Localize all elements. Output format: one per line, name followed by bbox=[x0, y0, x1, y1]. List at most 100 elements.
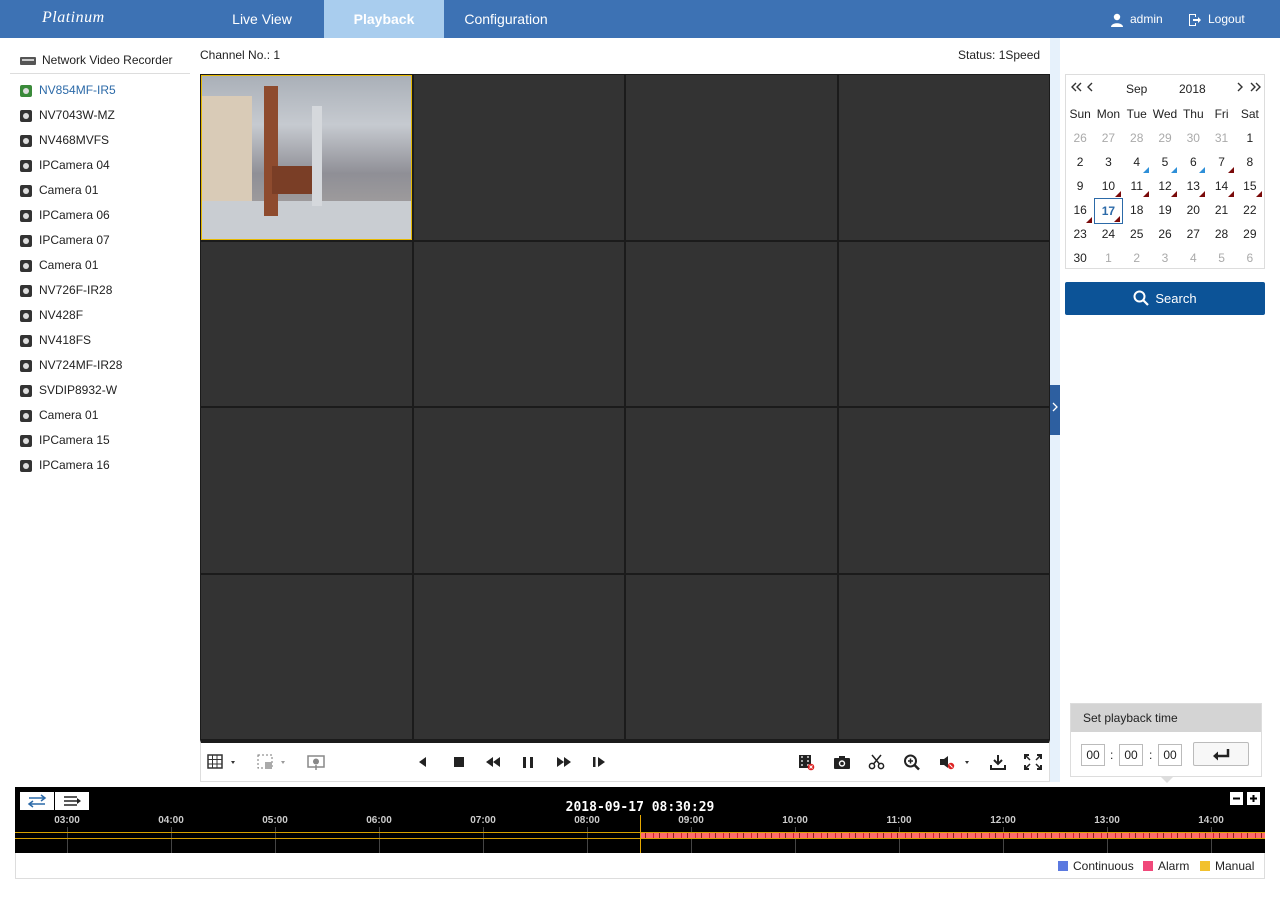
video-window[interactable] bbox=[201, 75, 412, 240]
hour-input[interactable]: 00 bbox=[1081, 744, 1105, 766]
go-to-time-button[interactable] bbox=[1193, 742, 1249, 766]
calendar-day[interactable]: 28 bbox=[1207, 222, 1235, 246]
calendar-day[interactable]: 30 bbox=[1066, 246, 1094, 270]
calendar-day[interactable]: 31 bbox=[1207, 126, 1235, 150]
camera-item[interactable]: NV418FS bbox=[10, 328, 190, 353]
collapse-panel-button[interactable] bbox=[1050, 385, 1060, 435]
calendar-day[interactable]: 9 bbox=[1066, 174, 1094, 198]
calendar-day[interactable]: 2 bbox=[1123, 246, 1151, 270]
camera-item[interactable]: NV428F bbox=[10, 303, 190, 328]
calendar-day[interactable]: 27 bbox=[1179, 222, 1207, 246]
calendar-day[interactable]: 25 bbox=[1123, 222, 1151, 246]
video-window[interactable] bbox=[413, 241, 624, 406]
camera-item[interactable]: NV468MVFS bbox=[10, 128, 190, 153]
calendar-day[interactable]: 27 bbox=[1094, 126, 1122, 150]
video-window[interactable] bbox=[838, 241, 1049, 406]
calendar-day[interactable]: 2 bbox=[1066, 150, 1094, 174]
camera-item[interactable]: NV854MF-IR5 bbox=[10, 78, 190, 103]
tab-playback[interactable]: Playback bbox=[324, 0, 444, 38]
calendar-day[interactable]: 10 bbox=[1094, 174, 1122, 198]
digital-zoom-button[interactable] bbox=[256, 753, 288, 771]
fisheye-button[interactable] bbox=[306, 753, 326, 771]
calendar-day[interactable]: 30 bbox=[1179, 126, 1207, 150]
fullscreen-button[interactable] bbox=[1023, 753, 1043, 771]
logout-button[interactable]: Logout bbox=[1188, 0, 1245, 38]
calendar-day[interactable]: 4 bbox=[1179, 246, 1207, 270]
calendar-day[interactable]: 21 bbox=[1207, 198, 1235, 224]
calendar-day[interactable]: 3 bbox=[1094, 150, 1122, 174]
camera-item[interactable]: Camera 01 bbox=[10, 253, 190, 278]
video-window[interactable] bbox=[201, 408, 412, 573]
camera-item[interactable]: NV724MF-IR28 bbox=[10, 353, 190, 378]
camera-item[interactable]: NV726F-IR28 bbox=[10, 278, 190, 303]
video-window[interactable] bbox=[626, 75, 837, 240]
capture-button[interactable] bbox=[832, 753, 852, 771]
second-input[interactable]: 00 bbox=[1158, 744, 1182, 766]
video-window[interactable] bbox=[413, 574, 624, 739]
window-layout-button[interactable] bbox=[207, 753, 239, 771]
next-month-button[interactable] bbox=[1236, 82, 1244, 94]
camera-item[interactable]: IPCamera 07 bbox=[10, 228, 190, 253]
calendar-day-selected[interactable]: 17 bbox=[1094, 198, 1123, 224]
camera-item[interactable]: IPCamera 04 bbox=[10, 153, 190, 178]
stop-all-button[interactable] bbox=[796, 753, 816, 771]
calendar-day[interactable]: 4 bbox=[1123, 150, 1151, 174]
calendar-day[interactable]: 18 bbox=[1123, 198, 1151, 224]
calendar-year[interactable]: 2018 bbox=[1179, 82, 1206, 96]
timeline-playhead[interactable] bbox=[640, 815, 641, 853]
camera-item[interactable]: SVDIP8932-W bbox=[10, 378, 190, 403]
timeline-zoom-in-button[interactable] bbox=[1247, 792, 1260, 805]
playback-timeline[interactable]: 2018-09-17 08:30:29 03:00 04:00 05:00 06… bbox=[15, 787, 1265, 853]
camera-item[interactable]: Camera 01 bbox=[10, 178, 190, 203]
calendar-day[interactable]: 7 bbox=[1207, 150, 1235, 174]
clip-button[interactable] bbox=[867, 753, 887, 771]
calendar-day[interactable]: 15 bbox=[1236, 174, 1264, 198]
calendar-day[interactable]: 26 bbox=[1151, 222, 1179, 246]
tab-configuration[interactable]: Configuration bbox=[444, 0, 568, 38]
camera-item[interactable]: Camera 01 bbox=[10, 403, 190, 428]
video-window[interactable] bbox=[838, 408, 1049, 573]
video-window[interactable] bbox=[626, 241, 837, 406]
calendar-day[interactable]: 19 bbox=[1151, 198, 1179, 224]
search-button[interactable]: Search bbox=[1065, 282, 1265, 315]
user-account[interactable]: admin bbox=[1110, 0, 1163, 38]
calendar-day[interactable]: 5 bbox=[1151, 150, 1179, 174]
video-window[interactable] bbox=[413, 408, 624, 573]
video-window[interactable] bbox=[838, 75, 1049, 240]
reverse-play-button[interactable] bbox=[413, 753, 433, 771]
calendar-day[interactable]: 28 bbox=[1123, 126, 1151, 150]
prev-year-button[interactable] bbox=[1070, 82, 1082, 94]
video-window[interactable] bbox=[201, 574, 412, 739]
download-button[interactable] bbox=[988, 753, 1008, 771]
minute-input[interactable]: 00 bbox=[1119, 744, 1143, 766]
calendar-day[interactable]: 29 bbox=[1236, 222, 1264, 246]
calendar-day[interactable]: 11 bbox=[1123, 174, 1151, 198]
camera-item[interactable]: IPCamera 16 bbox=[10, 453, 190, 478]
stop-button[interactable] bbox=[449, 753, 469, 771]
calendar-day[interactable]: 1 bbox=[1236, 126, 1264, 150]
calendar-day[interactable]: 13 bbox=[1179, 174, 1207, 198]
calendar-day[interactable]: 6 bbox=[1236, 246, 1264, 270]
calendar-day[interactable]: 26 bbox=[1066, 126, 1094, 150]
speed-up-button[interactable] bbox=[554, 753, 574, 771]
calendar-month[interactable]: Sep bbox=[1126, 82, 1147, 96]
camera-item[interactable]: IPCamera 06 bbox=[10, 203, 190, 228]
camera-item[interactable]: NV7043W-MZ bbox=[10, 103, 190, 128]
calendar-day[interactable]: 3 bbox=[1151, 246, 1179, 270]
calendar-day[interactable]: 6 bbox=[1179, 150, 1207, 174]
calendar-day[interactable]: 23 bbox=[1066, 222, 1094, 246]
video-window[interactable] bbox=[626, 574, 837, 739]
timeline-zoom-out-button[interactable] bbox=[1230, 792, 1243, 805]
calendar-day[interactable]: 22 bbox=[1236, 198, 1264, 224]
tab-live-view[interactable]: Live View bbox=[200, 0, 324, 38]
video-window[interactable] bbox=[413, 75, 624, 240]
calendar-day[interactable]: 16 bbox=[1066, 198, 1094, 224]
calendar-day[interactable]: 12 bbox=[1151, 174, 1179, 198]
video-window[interactable] bbox=[626, 408, 837, 573]
calendar-day[interactable]: 29 bbox=[1151, 126, 1179, 150]
camera-item[interactable]: IPCamera 15 bbox=[10, 428, 190, 453]
slow-down-button[interactable] bbox=[483, 753, 503, 771]
calendar-day[interactable]: 8 bbox=[1236, 150, 1264, 174]
calendar-day[interactable]: 5 bbox=[1207, 246, 1235, 270]
next-year-button[interactable] bbox=[1250, 82, 1262, 94]
